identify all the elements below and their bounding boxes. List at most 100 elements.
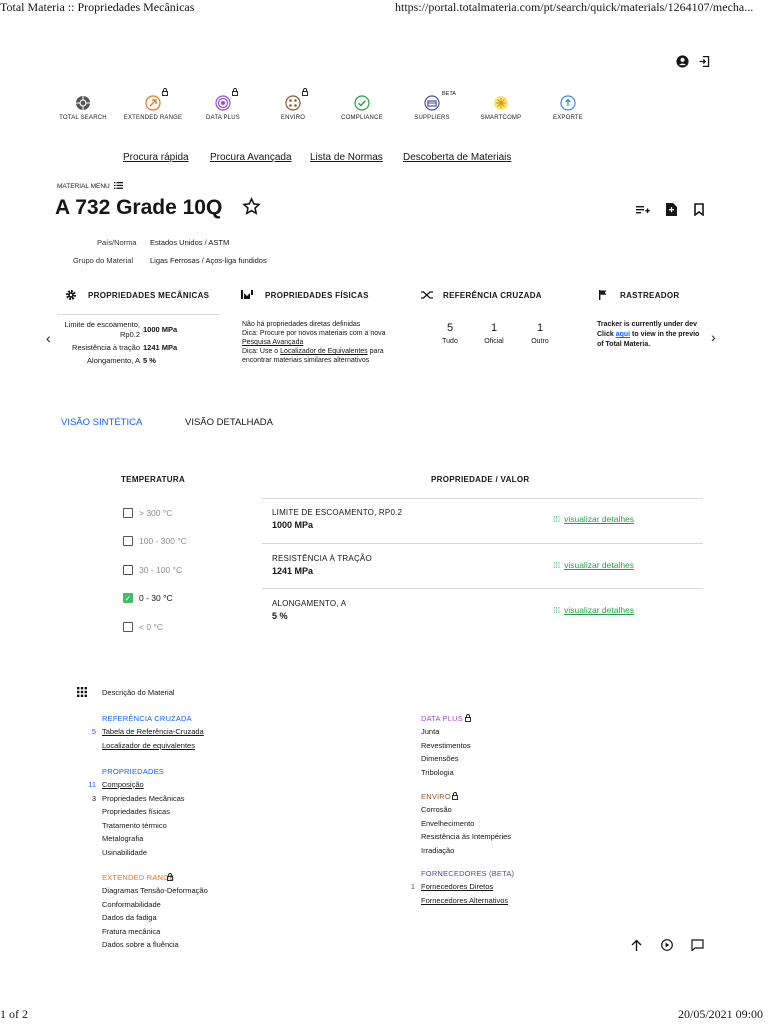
- description-item[interactable]: Propriedades Mecânicas: [102, 794, 185, 803]
- tab-synthetic-view[interactable]: VISÃO SINTÉTICA: [61, 417, 142, 428]
- crossref-stat-other[interactable]: 1 Outro: [524, 322, 556, 345]
- material-group-label: Grupo do Material: [73, 256, 134, 265]
- nav-label: ENVIRO: [280, 115, 306, 121]
- temperature-filter-3[interactable]: ✓ 0 - 30 °C: [123, 593, 173, 603]
- temperature-filter-0[interactable]: > 300 °C: [123, 508, 172, 518]
- nav-smartcomp[interactable]: SMARTCOMP: [466, 95, 536, 121]
- nav-label: COMPLIANCE: [341, 115, 383, 121]
- physical-card-text: Não há propriedades diretas definidas Di…: [242, 320, 392, 365]
- play-circle-icon[interactable]: [661, 939, 673, 953]
- pdf-report-icon[interactable]: [666, 203, 677, 218]
- property-value-header: PROPRIEDADE / VALOR: [431, 475, 530, 484]
- arrow-up-icon[interactable]: [631, 939, 642, 953]
- property-name: ALONGAMENTO, A: [272, 599, 347, 608]
- checkbox[interactable]: ✓: [123, 593, 133, 603]
- bookmark-icon[interactable]: [694, 203, 704, 218]
- smartcomp-icon: [493, 95, 509, 111]
- favorite-star-icon[interactable]: [242, 197, 261, 218]
- description-item[interactable]: Dados da fadiga: [102, 913, 157, 922]
- view-details-link[interactable]: ⁞⁞⁞ visualizar detalhes: [553, 514, 634, 524]
- nav-data-plus[interactable]: DATA PLUS: [188, 95, 258, 121]
- mech-value-2: 5 %: [143, 356, 156, 365]
- tracker-here-link[interactable]: aqui: [616, 331, 630, 338]
- gear-icon: [65, 289, 77, 303]
- temperature-filter-4[interactable]: < 0 °C: [123, 622, 163, 632]
- subnav-standards-list[interactable]: Lista de Normas: [310, 152, 383, 163]
- nav-total-search[interactable]: TOTAL SEARCH: [48, 95, 118, 121]
- lock-icon: [452, 792, 459, 802]
- view-details-link[interactable]: ⁞⁞⁞ visualizar detalhes: [553, 605, 634, 615]
- description-item[interactable]: Resistência às Intempéries: [421, 832, 511, 841]
- carousel-next-icon[interactable]: ›: [711, 329, 716, 345]
- temperature-filter-2[interactable]: 30 - 100 °C: [123, 565, 182, 575]
- cross-reference-icon: [421, 291, 433, 301]
- nav-extended-range[interactable]: EXTENDED RANGE: [118, 95, 188, 121]
- description-item[interactable]: Tabela de Referência-Cruzada: [102, 727, 204, 736]
- data-plus-icon: [215, 95, 231, 111]
- equivalents-finder-link[interactable]: Localizador de Equivalentes: [280, 348, 368, 355]
- section-title-data-plus: DATA PLUS: [421, 714, 463, 723]
- checkbox[interactable]: [123, 536, 133, 546]
- checkbox[interactable]: [123, 508, 133, 518]
- grid-icon: ⁞⁞⁞: [553, 560, 561, 570]
- temperature-header: TEMPERATURA: [121, 475, 186, 484]
- checkbox[interactable]: [123, 565, 133, 575]
- description-item[interactable]: Fornecedores Diretos: [421, 882, 493, 891]
- description-item[interactable]: Tribologia: [421, 768, 454, 777]
- material-menu-button[interactable]: MATERIAL MENU: [57, 182, 123, 191]
- tab-detailed-view[interactable]: VISÃO DETALHADA: [185, 417, 273, 428]
- description-item[interactable]: Corrosão: [421, 805, 452, 814]
- card-crossref-title[interactable]: REFERÊNCIA CRUZADA: [443, 291, 542, 300]
- description-item[interactable]: Diagramas Tensão-Deformação: [102, 886, 208, 895]
- description-item[interactable]: Composição: [102, 780, 144, 789]
- property-name: LIMITE DE ESCOAMENTO, RP0.2: [272, 508, 403, 517]
- item-count: 5: [91, 727, 96, 736]
- advanced-search-link[interactable]: Pesquisa Avançada: [242, 339, 303, 346]
- nav-compliance[interactable]: COMPLIANCE: [327, 95, 397, 121]
- material-group-value: Ligas Ferrosas / Aços-liga fundidos: [150, 256, 267, 265]
- add-to-list-icon[interactable]: [636, 204, 650, 218]
- checkbox[interactable]: [123, 622, 133, 632]
- description-item[interactable]: Envelhecimento: [421, 819, 474, 828]
- temperature-label: 0 - 30 °C: [139, 593, 173, 603]
- material-title: A 732 Grade 10Q: [55, 196, 223, 219]
- description-item[interactable]: Tratamento térmico: [102, 821, 167, 830]
- subnav-advanced-search[interactable]: Procura Avançada: [210, 152, 292, 163]
- description-item[interactable]: Usinabilidade: [102, 848, 147, 857]
- card-tracker-title[interactable]: RASTREADOR: [620, 291, 679, 300]
- nav-label: SUPPLIERS: [414, 115, 450, 121]
- property-row: LIMITE DE ESCOAMENTO, RP0.2 1000 MPa ⁞⁞⁞ vi…: [262, 498, 703, 543]
- card-physical-title[interactable]: PROPRIEDADES FÍSICAS: [265, 291, 369, 300]
- description-item[interactable]: Revestimentos: [421, 741, 471, 750]
- description-item[interactable]: Metalografia: [102, 834, 143, 843]
- temperature-filter-1[interactable]: 100 - 300 °C: [123, 536, 187, 546]
- description-item[interactable]: Dados sobre a fluência: [102, 940, 179, 949]
- nav-exporte[interactable]: EXPORTE: [533, 95, 603, 121]
- logout-icon[interactable]: [698, 55, 711, 70]
- mech-value-0: 1000 MPa: [143, 325, 178, 334]
- nav-suppliers[interactable]: SUPPLIERS: [397, 95, 467, 121]
- subnav-quick-search[interactable]: Procura rápida: [123, 152, 189, 163]
- description-item[interactable]: Irradiação: [421, 846, 454, 855]
- crossref-stat-official[interactable]: 1 Oficial: [476, 322, 512, 345]
- nav-enviro[interactable]: ENVIRO: [258, 95, 328, 121]
- description-item[interactable]: Propriedades físicas: [102, 807, 170, 816]
- description-item[interactable]: Localizador de equivalentes: [102, 741, 195, 750]
- description-item[interactable]: Conformabilidade: [102, 900, 161, 909]
- chat-icon[interactable]: [691, 939, 704, 953]
- description-item[interactable]: Dimensões: [421, 754, 459, 763]
- extended-range-icon: [145, 95, 161, 111]
- description-item[interactable]: Fornecedores Alternativos: [421, 896, 508, 905]
- subnav-material-discovery[interactable]: Descoberta de Materiais: [403, 152, 511, 163]
- section-title-properties: PROPRIEDADES: [102, 767, 164, 776]
- user-account-icon[interactable]: [676, 55, 689, 70]
- description-item[interactable]: Fratura mecânica: [102, 927, 160, 936]
- view-details-link[interactable]: ⁞⁞⁞ visualizar detalhes: [553, 560, 634, 570]
- beta-badge: BETA: [442, 91, 456, 97]
- property-name: RESISTÊNCIA À TRAÇÃO: [272, 554, 372, 563]
- suppliers-icon: [424, 95, 440, 111]
- temperature-label: > 300 °C: [139, 508, 173, 518]
- crossref-stat-all[interactable]: 5 Tudo: [436, 322, 464, 345]
- card-mechanical-header[interactable]: PROPRIEDADES MECÂNICAS: [57, 284, 220, 315]
- description-item[interactable]: Junta: [421, 727, 439, 736]
